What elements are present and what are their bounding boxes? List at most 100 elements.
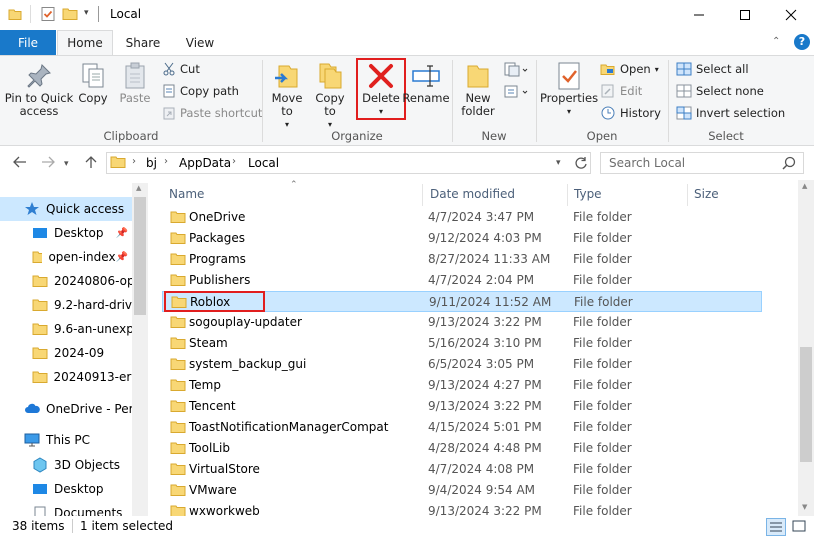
tab-share[interactable]: Share [116, 30, 170, 55]
nav-item-open-index[interactable]: open-index 📌 [0, 245, 148, 269]
file-row[interactable]: Tencent 9/13/2024 3:22 PM File folder [162, 396, 762, 417]
select-all-label: Select all [696, 62, 749, 76]
navigation-scroll-thumb[interactable] [134, 197, 146, 315]
file-row[interactable]: OneDrive 4/7/2024 3:47 PM File folder [162, 207, 762, 228]
new-folder-button[interactable]: New folder [458, 60, 498, 118]
select-all-button[interactable]: Select all [676, 62, 749, 76]
new-item-button[interactable] [504, 62, 528, 78]
column-name[interactable]: Name [169, 187, 204, 201]
file-row[interactable]: ToolLib 4/28/2024 4:48 PM File folder [162, 438, 762, 459]
nav-label: Desktop [54, 226, 104, 240]
scroll-up-icon[interactable]: ▲ [802, 182, 807, 190]
file-list-scroll-thumb[interactable] [800, 347, 812, 462]
close-button[interactable] [768, 0, 814, 30]
rename-button[interactable]: Rename [402, 60, 450, 105]
cut-button[interactable]: Cut [162, 62, 200, 76]
open-button[interactable]: Open ▾ [600, 62, 659, 76]
file-row[interactable]: sogouplay-updater 9/13/2024 3:22 PM File f… [162, 312, 762, 333]
column-type[interactable]: Type [574, 187, 602, 201]
invert-selection-button[interactable]: Invert selection [676, 106, 785, 120]
new-folder-label: New folder [461, 91, 495, 118]
nav-item-20240913-error[interactable]: 20240913-error [0, 365, 148, 389]
nav-item-2024-09[interactable]: 2024-09 [0, 341, 148, 365]
nav-item-20240806[interactable]: 20240806-op 📌 [0, 269, 148, 293]
collapse-ribbon-icon[interactable]: ⌃ [772, 36, 780, 47]
nav-item-9-6-an-unexpected[interactable]: 9.6-an-unexpe [0, 317, 148, 341]
back-button[interactable] [12, 155, 28, 169]
nav-item-onedrive[interactable]: OneDrive - Perso [0, 397, 148, 421]
properties-button[interactable]: Properties ▾ [540, 60, 598, 118]
minimize-button[interactable] [676, 0, 722, 30]
file-row[interactable]: ToastNotificationManagerCompat 4/15/2024 … [162, 417, 762, 438]
scroll-up-icon[interactable]: ▲ [136, 184, 141, 192]
item-count: 38 items [12, 519, 65, 533]
nav-item-documents[interactable]: Documents [0, 501, 148, 516]
copy-path-button[interactable]: Copy path [162, 84, 239, 98]
select-none-button[interactable]: Select none [676, 84, 764, 98]
file-date: 4/7/2024 3:47 PM [428, 210, 535, 224]
copy-to-button[interactable]: Copy to ▾ [312, 60, 348, 131]
paste-shortcut-icon [163, 107, 175, 120]
nav-label: Desktop [54, 482, 104, 496]
history-button[interactable]: History [600, 106, 661, 120]
file-name: Publishers [189, 273, 251, 287]
nav-item-desktop-pinned[interactable]: Desktop 📌 [0, 221, 148, 245]
refresh-button[interactable] [574, 156, 588, 170]
address-dropdown-icon[interactable]: ▾ [556, 158, 561, 168]
breadcrumb-bj[interactable]: bj [146, 156, 157, 170]
edit-button[interactable]: Edit [600, 84, 642, 98]
pin-to-quick-access-button[interactable]: Pin to Quick access [4, 60, 74, 118]
tab-file[interactable]: File [0, 30, 56, 55]
file-row[interactable]: wxworkweb 9/13/2024 3:22 PM File folder [162, 501, 762, 516]
file-name: Temp [189, 378, 221, 392]
new-folder-quick-icon[interactable] [62, 6, 78, 22]
address-folder-icon [110, 155, 126, 169]
file-row[interactable]: Packages 9/12/2024 4:03 PM File folder [162, 228, 762, 249]
nav-item-desktop[interactable]: Desktop [0, 477, 148, 501]
column-size[interactable]: Size [694, 187, 719, 201]
breadcrumb-appdata[interactable]: AppData [179, 156, 231, 170]
rename-label: Rename [402, 91, 450, 105]
column-date-modified[interactable]: Date modified [430, 187, 515, 201]
file-row[interactable]: VirtualStore 4/7/2024 4:08 PM File folder [162, 459, 762, 480]
file-row[interactable]: Temp 9/13/2024 4:27 PM File folder [162, 375, 762, 396]
properties-quick-icon[interactable] [40, 6, 56, 22]
details-view-button[interactable] [766, 518, 786, 536]
forward-button[interactable] [40, 155, 56, 169]
tab-view[interactable]: View [174, 30, 226, 55]
nav-item-9-2-hard-drive[interactable]: 9.2-hard-drive- [0, 293, 148, 317]
nav-item-this-pc[interactable]: This PC [0, 428, 148, 452]
recent-locations-icon[interactable]: ▾ [64, 159, 69, 169]
edit-label: Edit [620, 84, 643, 98]
copy-button[interactable]: Copy [76, 60, 110, 105]
paste-button[interactable]: Paste [116, 60, 154, 105]
up-button[interactable] [84, 155, 98, 169]
tab-home[interactable]: Home [57, 30, 113, 55]
move-to-button[interactable]: Move to ▾ [268, 60, 306, 131]
maximize-button[interactable] [722, 0, 768, 30]
history-label: History [620, 106, 661, 120]
folder-icon [170, 442, 186, 454]
easy-access-button[interactable] [504, 84, 528, 100]
file-row[interactable]: Programs 8/27/2024 11:33 AM File folder [162, 249, 762, 270]
folder-icon [170, 316, 186, 328]
roblox-highlight-box [164, 291, 265, 312]
large-icons-view-button[interactable] [790, 518, 810, 536]
file-row[interactable]: VMware 9/4/2024 9:54 AM File folder [162, 480, 762, 501]
search-icon[interactable] [782, 156, 796, 170]
paste-shortcut-button[interactable]: Paste shortcut [162, 106, 262, 120]
file-row[interactable]: system_backup_gui 6/5/2024 3:05 PM File fo… [162, 354, 762, 375]
customize-quick-access-icon[interactable]: ▾ [84, 8, 89, 18]
nav-item-quick-access[interactable]: Quick access [0, 197, 148, 221]
search-input[interactable]: Search Local [609, 156, 685, 170]
open-folder-icon [600, 64, 615, 75]
nav-label: 9.6-an-unexpe [54, 322, 142, 336]
help-icon[interactable]: ? [794, 34, 810, 50]
file-name: Programs [189, 252, 246, 266]
new-folder-icon [467, 65, 489, 88]
scroll-down-icon[interactable]: ▼ [802, 503, 807, 511]
file-row[interactable]: Publishers 4/7/2024 2:04 PM File folder [162, 270, 762, 291]
file-row[interactable]: Steam 5/16/2024 3:10 PM File folder [162, 333, 762, 354]
nav-item-3d-objects[interactable]: 3D Objects [0, 453, 148, 477]
breadcrumb-local[interactable]: Local [248, 156, 279, 170]
